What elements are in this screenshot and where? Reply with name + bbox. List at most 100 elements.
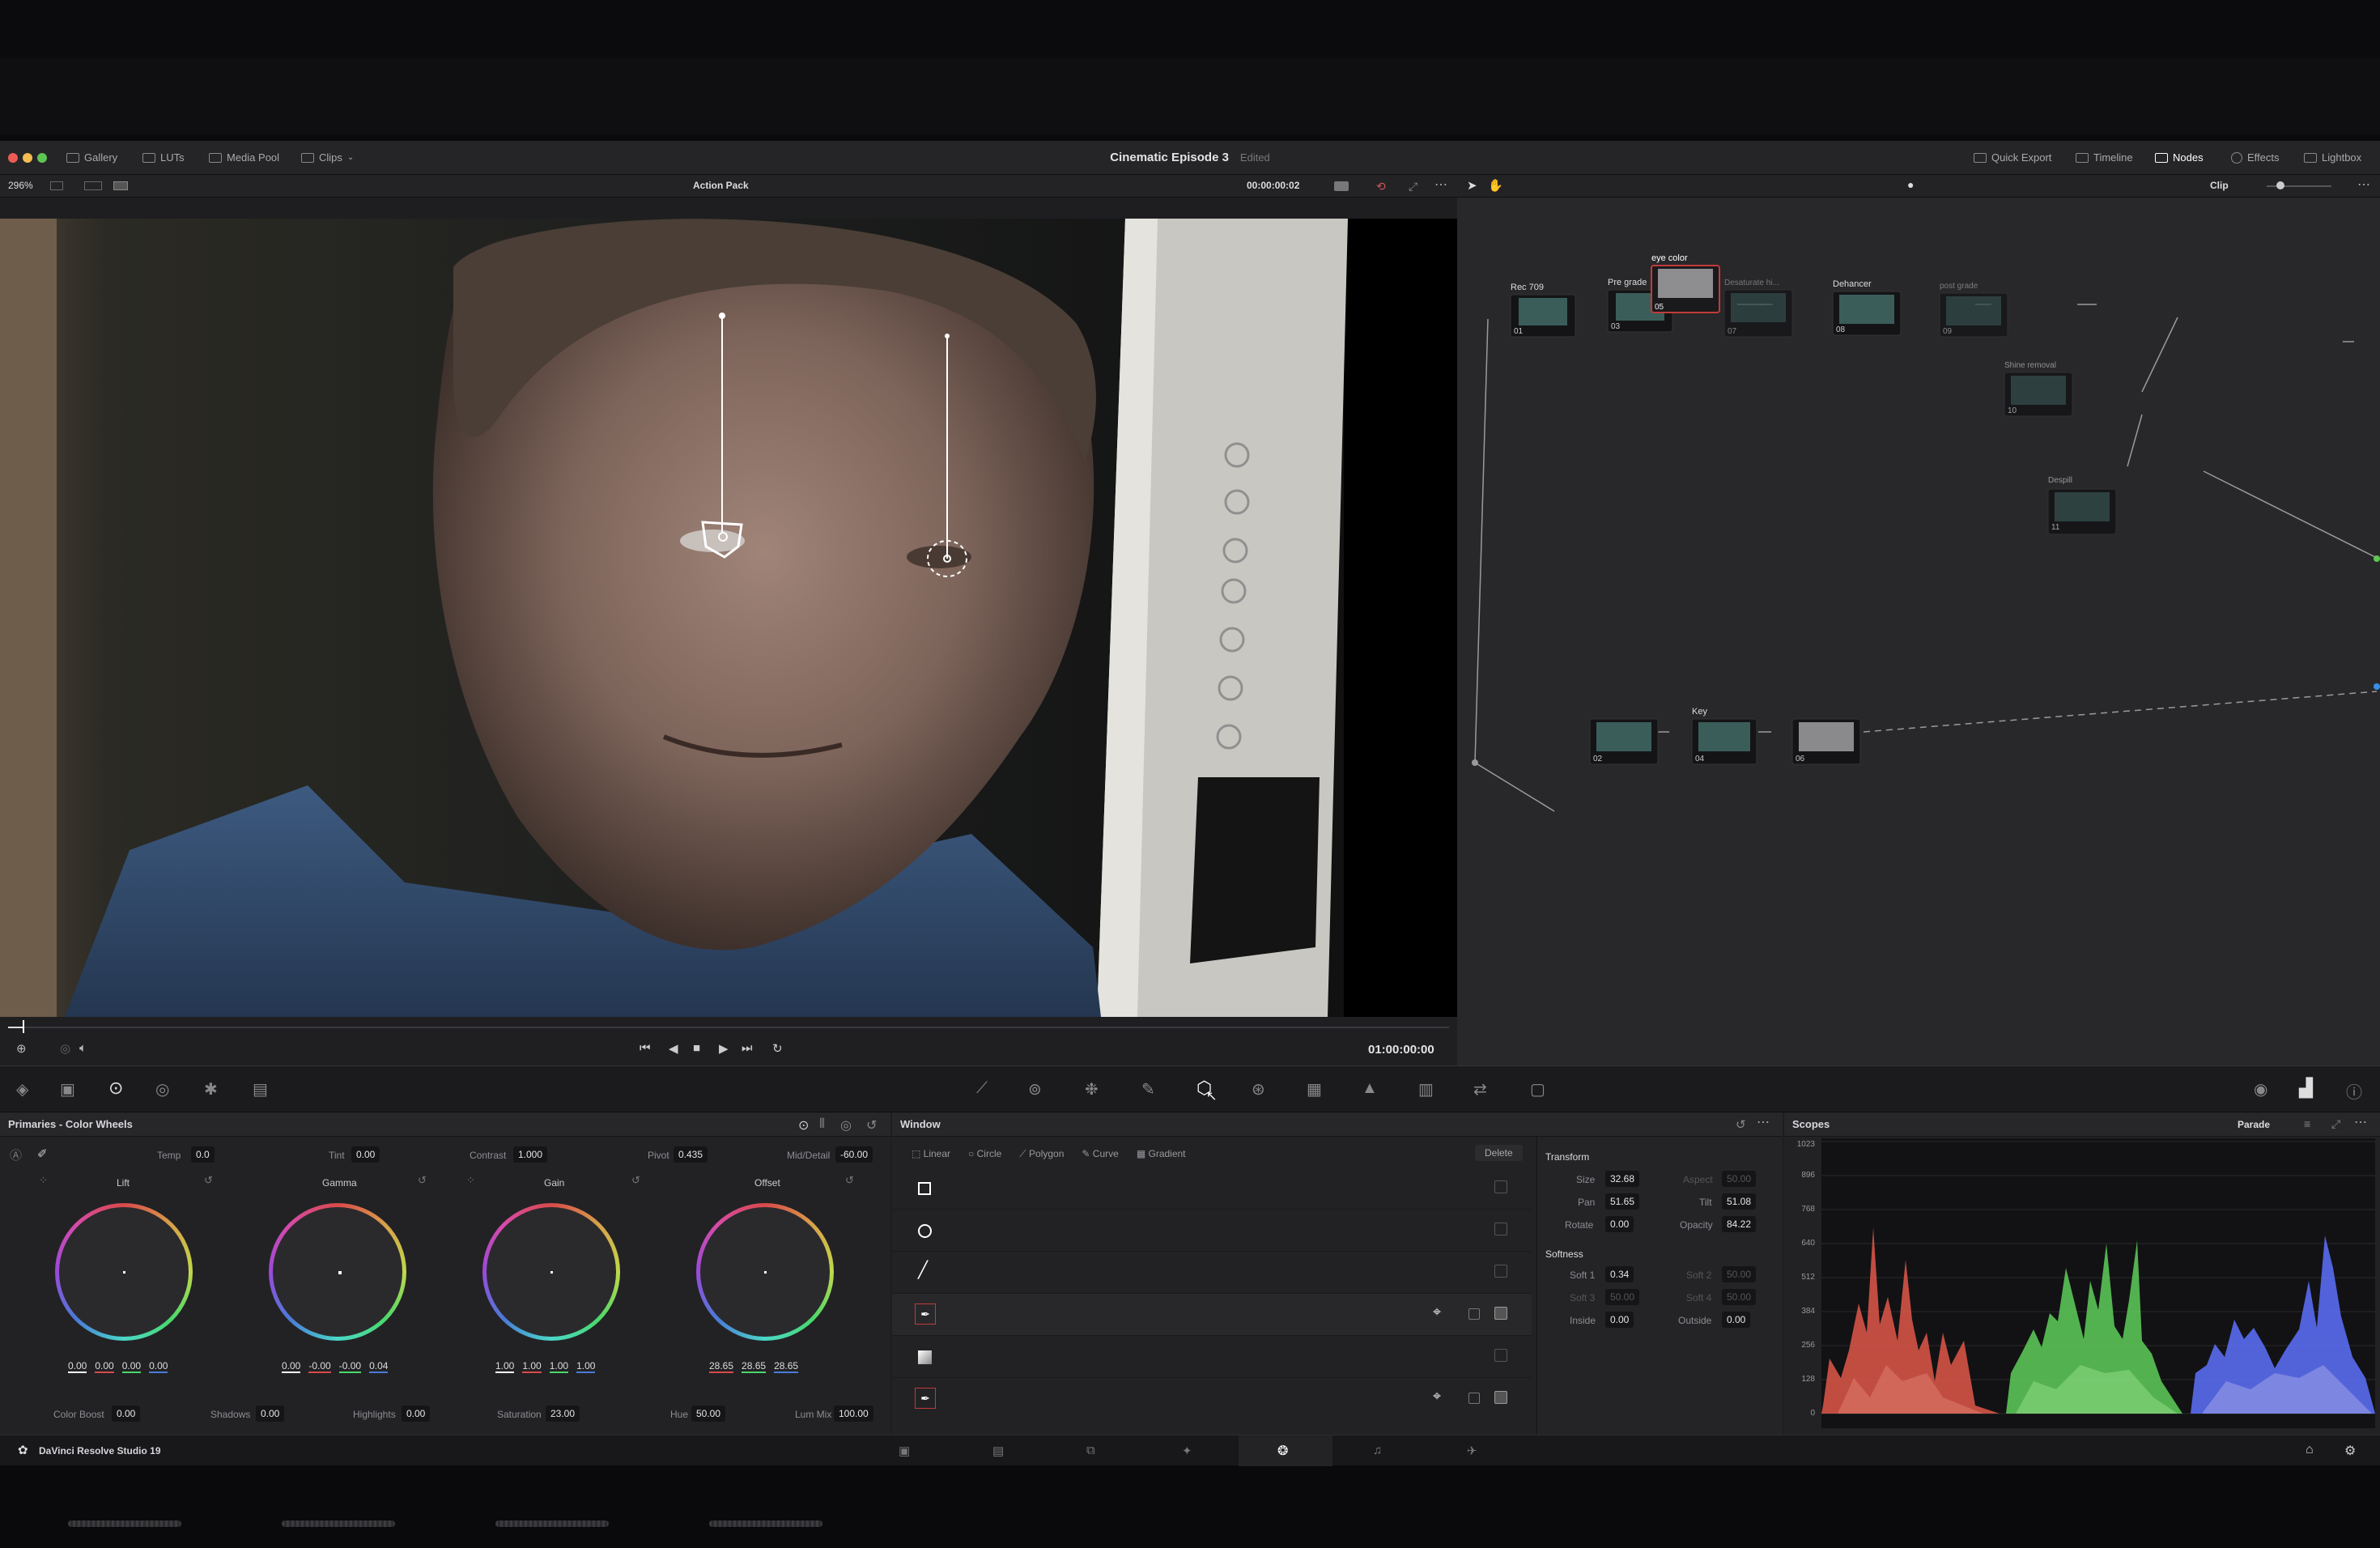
value-b[interactable]: 0.04	[369, 1360, 389, 1373]
hand-icon[interactable]: ✋	[1488, 178, 1503, 193]
offset-master-wheel[interactable]	[709, 1520, 822, 1527]
luts-button[interactable]: LUTs	[142, 141, 185, 175]
node-04[interactable]: Key 04	[1691, 707, 1757, 765]
sizing-icon[interactable]: ⇄	[1473, 1079, 1487, 1099]
settings-gear-icon[interactable]: ⚙	[2344, 1443, 2356, 1459]
wheel-center[interactable]	[550, 1271, 553, 1274]
gallery-still-icon[interactable]: ◎	[60, 1041, 70, 1056]
speaker-icon[interactable]: 🔈︎	[79, 1041, 87, 1055]
color-wheel-ring[interactable]	[269, 1203, 406, 1341]
circle-button[interactable]: ○ Circle	[968, 1148, 1001, 1160]
highlights-value[interactable]: 0.00	[402, 1406, 431, 1422]
opacity-value[interactable]: 84.22	[1722, 1216, 1757, 1232]
value-g[interactable]: 1.00	[549, 1360, 569, 1373]
value-g[interactable]: 28.65	[742, 1360, 767, 1373]
contrast-value[interactable]: 1.000	[513, 1146, 548, 1163]
output-dot[interactable]	[2374, 555, 2380, 562]
wipe-viewer-icon[interactable]	[113, 181, 128, 190]
node-06[interactable]: 06	[1791, 718, 1861, 765]
window-enable-toggle[interactable]	[1494, 1307, 1507, 1320]
motion-effects-icon[interactable]: ▤	[253, 1079, 268, 1099]
wheel-picker-icon[interactable]: ⁘	[39, 1174, 48, 1187]
wheel-reset-icon[interactable]: ↺	[631, 1174, 640, 1187]
crosshair-icon[interactable]: ⌖	[1433, 1303, 1441, 1320]
play-reverse-icon[interactable]: ◀	[669, 1041, 678, 1056]
window-enable-toggle[interactable]	[1494, 1349, 1507, 1362]
value-b[interactable]: 0.00	[149, 1360, 168, 1373]
auto-balance-icon[interactable]: Ⓐ	[10, 1146, 22, 1163]
value-b[interactable]: 28.65	[774, 1360, 799, 1373]
node-05-selected[interactable]: eye color 05	[1651, 253, 1720, 313]
value-y[interactable]: 1.00	[495, 1360, 515, 1373]
scope-expand-icon[interactable]: ⤢	[2331, 1117, 2340, 1131]
lightbox-button[interactable]: Lightbox	[2304, 141, 2361, 175]
size-value[interactable]: 32.68	[1605, 1171, 1640, 1187]
fullscreen-icon[interactable]: ⤢	[1409, 180, 1417, 194]
wheel-values[interactable]: 0.00 -0.00 -0.00 0.04	[282, 1360, 389, 1373]
preset-dropdown[interactable]: Action Pack	[693, 180, 749, 191]
node-01[interactable]: Rec 709 01	[1510, 283, 1576, 338]
pivot-value[interactable]: 0.435	[674, 1146, 708, 1163]
rotate-value[interactable]: 0.00	[1605, 1216, 1634, 1232]
scopes-icon[interactable]: ▟	[2299, 1078, 2313, 1099]
aspect-value[interactable]: 50.00	[1722, 1171, 1757, 1187]
gamma-wheel[interactable]: Gamma ↺ 0.00 -0.00 -0.00 0.04	[253, 1174, 427, 1373]
color-warper-icon[interactable]: ⊚	[1028, 1079, 1042, 1099]
gain-wheel[interactable]: Gain ⁘ ↺ 1.00 1.00 1.00 1.00	[466, 1174, 640, 1373]
window-row-polygon[interactable]: ╱	[892, 1252, 1532, 1294]
node-11[interactable]: Despill 11	[2047, 476, 2117, 535]
tilt-value[interactable]: 51.08	[1722, 1193, 1757, 1210]
tracker-icon[interactable]: ⊛	[1252, 1079, 1265, 1099]
window-enable-toggle[interactable]	[1494, 1265, 1507, 1278]
node-07[interactable]: Desaturate hi... 07	[1723, 279, 1793, 338]
viewer-mode-icon[interactable]	[1334, 181, 1349, 191]
more-options-icon[interactable]: ⋯	[1434, 176, 1447, 193]
play-icon[interactable]: ▶	[719, 1041, 729, 1056]
window-row-curve-active[interactable]: ✒ ⌖	[892, 1294, 1532, 1336]
inside-value[interactable]: 0.00	[1605, 1312, 1634, 1328]
wheel-reset-icon[interactable]: ↺	[845, 1174, 854, 1187]
minimize-window-button[interactable]	[23, 153, 32, 163]
scope-mode-dropdown[interactable]: Parade	[2238, 1119, 2270, 1130]
gradient-button[interactable]: ▦ Gradient	[1137, 1148, 1186, 1160]
curve-button[interactable]: ✎ Curve	[1082, 1148, 1118, 1160]
magic-mask-icon[interactable]: ▦	[1307, 1079, 1322, 1099]
wheel-values[interactable]: 28.65 28.65 28.65	[709, 1360, 799, 1373]
more-options-icon[interactable]: ⋯	[2357, 176, 2370, 193]
window-row-curve-2[interactable]: ✒ ⌖	[892, 1378, 1532, 1420]
node-10[interactable]: Shine removal 10	[2004, 361, 2073, 417]
viewer-options-icon[interactable]: ⊕	[16, 1041, 27, 1056]
tint-value[interactable]: 0.00	[351, 1146, 380, 1163]
viewer-timecode[interactable]: 00:00:00:02	[1247, 180, 1299, 191]
eyedropper-icon[interactable]: ✎	[1141, 1079, 1155, 1099]
pan-value[interactable]: 51.65	[1605, 1193, 1640, 1210]
log-mode-icon[interactable]: ◎	[840, 1117, 852, 1133]
more-options-icon[interactable]: ⋯	[2354, 1114, 2367, 1130]
window-enable-toggle[interactable]	[1494, 1223, 1507, 1235]
clips-button[interactable]: Clips ⌄	[301, 141, 354, 175]
zoom-window-button[interactable]	[37, 153, 47, 163]
node-zoom-handle[interactable]	[2276, 181, 2284, 189]
window-enable-toggle[interactable]	[1494, 1180, 1507, 1193]
key-icon[interactable]: ▥	[1418, 1079, 1434, 1099]
stop-icon[interactable]: ■	[693, 1041, 700, 1055]
wheel-center[interactable]	[338, 1271, 342, 1274]
media-page-icon[interactable]: ▣	[899, 1444, 910, 1458]
lift-wheel[interactable]: Lift ⁘ ↺ 0.00 0.00 0.00 0.00	[39, 1174, 213, 1373]
soft4-value[interactable]: 50.00	[1722, 1289, 1757, 1305]
value-r[interactable]: -0.00	[308, 1360, 331, 1373]
value-r[interactable]: 28.65	[709, 1360, 734, 1373]
hue-value[interactable]: 50.00	[691, 1406, 726, 1422]
lum-mix-value[interactable]: 100.00	[834, 1406, 873, 1422]
polygon-button[interactable]: ⟋ Polygon	[1019, 1148, 1064, 1160]
middetail-value[interactable]: -60.00	[835, 1146, 873, 1163]
edit-page-icon[interactable]: ⧉	[1086, 1444, 1095, 1457]
node-02[interactable]: 02	[1589, 718, 1659, 765]
info-icon[interactable]: ⓘ	[2346, 1079, 2362, 1103]
gallery-button[interactable]: Gallery	[66, 141, 117, 175]
close-window-button[interactable]	[8, 153, 18, 163]
timeline-button[interactable]: Timeline	[2076, 141, 2133, 175]
soft1-value[interactable]: 0.34	[1605, 1266, 1634, 1282]
value-g[interactable]: 0.00	[121, 1360, 142, 1373]
wheel-values[interactable]: 0.00 0.00 0.00 0.00	[68, 1360, 168, 1373]
